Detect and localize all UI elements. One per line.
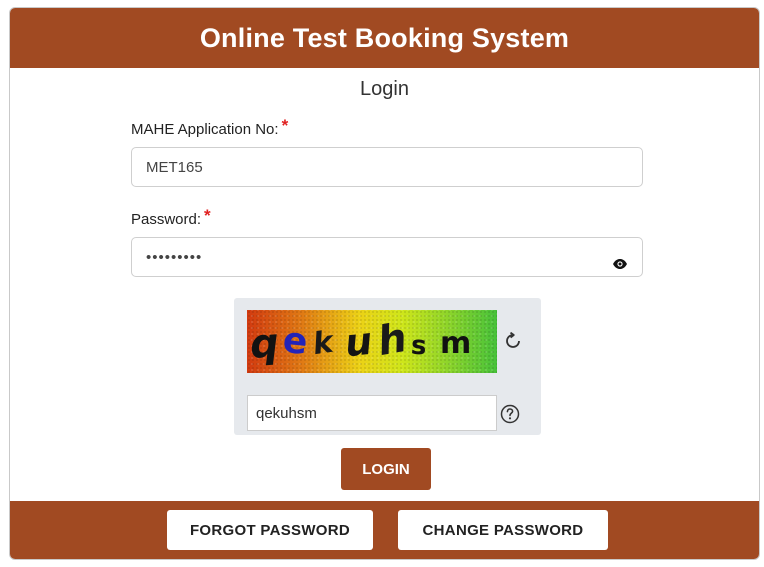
login-button[interactable]: LOGIN (341, 448, 431, 490)
refresh-icon[interactable] (502, 330, 524, 352)
captcha-char: k (310, 324, 336, 362)
captcha-image: qekuhsm (247, 310, 497, 373)
captcha-char: q (248, 319, 281, 368)
required-mark: * (204, 206, 211, 225)
help-icon[interactable] (500, 404, 520, 424)
eye-icon[interactable] (612, 256, 628, 272)
application-no-label-text: MAHE Application No: (131, 121, 279, 138)
page-title: Online Test Booking System (199, 22, 570, 53)
captcha-panel: qekuhsm (234, 298, 541, 435)
captcha-char: s (409, 329, 428, 362)
footer-bar: FORGOT PASSWORD CHANGE PASSWORD (10, 501, 759, 559)
application-no-label: MAHE Application No: * (131, 116, 289, 139)
password-label-text: Password: (131, 211, 202, 228)
form-title: Login (360, 78, 409, 100)
captcha-char: e (280, 319, 310, 363)
change-password-button[interactable]: CHANGE PASSWORD (398, 510, 608, 550)
captcha-char: m (440, 325, 472, 361)
password-input[interactable] (131, 237, 643, 277)
page-header: Online Test Booking System (10, 8, 759, 68)
required-mark: * (281, 116, 289, 135)
application-no-input[interactable] (131, 147, 643, 187)
captcha-char: u (342, 318, 375, 365)
captcha-char: h (374, 314, 411, 365)
captcha-input[interactable] (247, 395, 497, 431)
forgot-password-button[interactable]: FORGOT PASSWORD (167, 510, 373, 550)
login-card: Online Test Booking System Login MAHE Ap… (9, 7, 760, 560)
password-label: Password: * (131, 206, 211, 229)
captcha-text: qekuhsm (247, 310, 497, 373)
